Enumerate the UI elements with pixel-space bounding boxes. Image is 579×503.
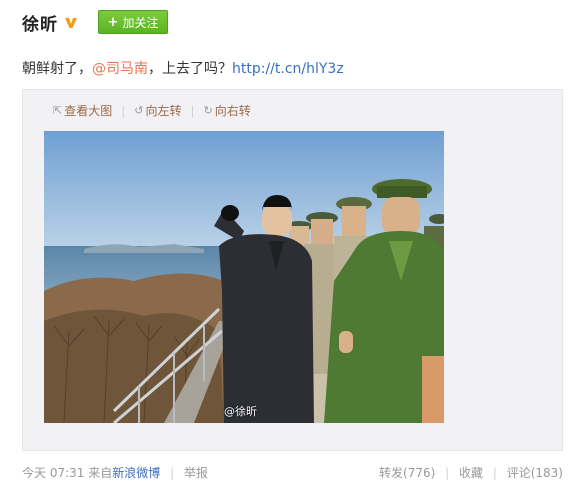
post-meta: 今天 07:31 来自新浪微博 | 举报	[22, 464, 208, 481]
post-photo[interactable]: @徐昕	[44, 131, 444, 423]
report-link[interactable]: 举报	[184, 466, 208, 480]
verified-v-icon	[64, 15, 78, 29]
rotate-left-button[interactable]: ↺ 向左转	[134, 102, 181, 119]
rotate-right-button[interactable]: ↻ 向右转	[204, 102, 251, 119]
post-text-prefix: 朝鲜射了，	[22, 61, 92, 77]
rotate-left-label: 向左转	[145, 104, 182, 118]
view-large-label: 查看大图	[64, 104, 113, 118]
plus-icon: +	[107, 14, 119, 30]
post-time-link[interactable]: 今天 07:31	[22, 466, 84, 480]
repost-button[interactable]: 转发(776)	[379, 466, 435, 480]
footer-divider: |	[492, 466, 497, 480]
view-large-button[interactable]: ⇱ 查看大图	[53, 102, 112, 119]
rotate-right-icon: ↻	[203, 104, 213, 117]
rotate-right-label: 向右转	[214, 104, 251, 118]
mention-link[interactable]: @司马南	[92, 61, 148, 77]
short-url-link[interactable]: http://t.cn/hlY3z	[232, 61, 344, 77]
author-name[interactable]: 徐昕	[22, 10, 58, 35]
photo-illustration	[44, 131, 444, 423]
photo-watermark: @徐昕	[224, 405, 257, 418]
media-container: ⇱ 查看大图 | ↺ 向左转 | ↻ 向右转 @徐昕	[22, 89, 563, 451]
post-text-suffix: ，上去了吗？	[148, 61, 232, 77]
from-label: 来自	[88, 466, 113, 480]
post-actions: 转发(776) | 收藏 | 评论(183)	[379, 464, 563, 481]
source-link[interactable]: 新浪微博	[112, 466, 160, 480]
post-header: 徐昕	[22, 9, 78, 35]
post-footer: 今天 07:31 来自新浪微博 | 举报 转发(776) | 收藏 | 评论(1…	[22, 464, 563, 481]
toolbar-divider: |	[121, 103, 126, 118]
media-toolbar: ⇱ 查看大图 | ↺ 向左转 | ↻ 向右转	[53, 102, 251, 119]
follow-label: 加关注	[122, 15, 159, 30]
favorite-button[interactable]: 收藏	[459, 466, 483, 480]
toolbar-divider: |	[190, 103, 195, 118]
follow-button[interactable]: + 加关注	[98, 10, 168, 34]
rotate-left-icon: ↺	[134, 104, 144, 117]
footer-divider: |	[445, 466, 450, 480]
post-text: 朝鲜射了，@司马南，上去了吗？http://t.cn/hlY3z	[22, 58, 344, 78]
comment-button[interactable]: 评论(183)	[507, 466, 563, 480]
external-link-icon: ⇱	[53, 104, 63, 117]
footer-divider: |	[170, 466, 175, 480]
